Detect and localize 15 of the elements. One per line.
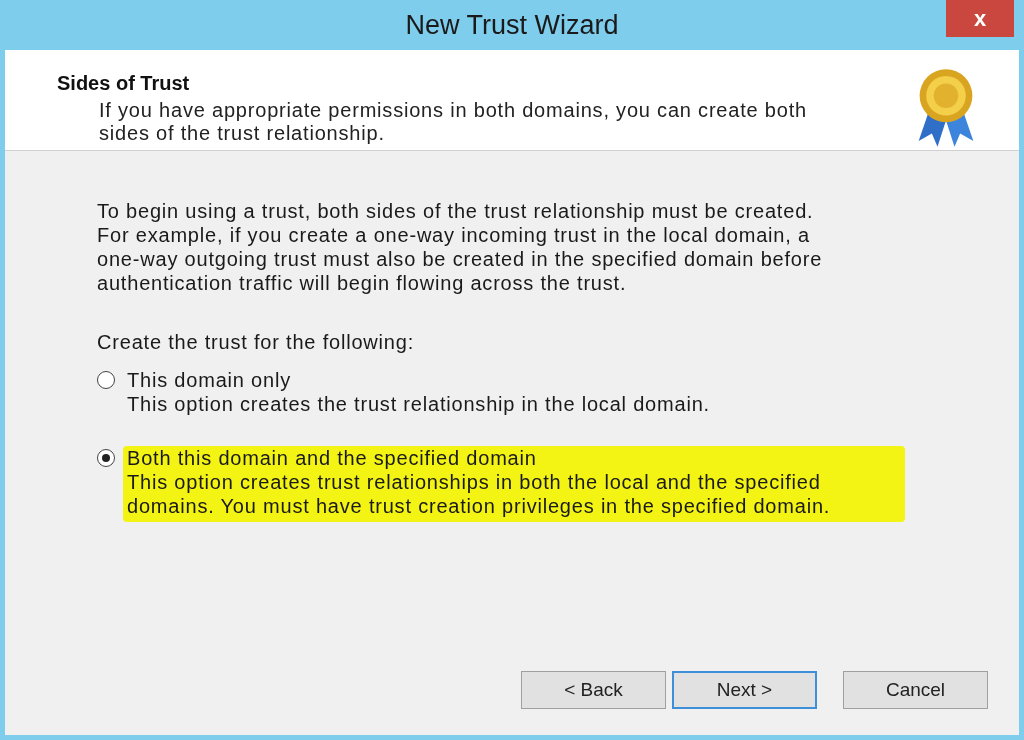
option-description: This option creates the trust relationship in the local domain.	[127, 392, 711, 416]
close-button[interactable]: x	[946, 0, 1014, 37]
radio-button[interactable]	[97, 371, 115, 389]
wizard-button[interactable]: Next >	[672, 671, 817, 709]
option-description: This option creates trust relationships in both the local and the specified domains. You must have trust creation privileges in the specified domain.	[127, 470, 832, 518]
page-title: Sides of Trust	[57, 72, 191, 95]
prompt-text: Create the trust for the following:	[97, 331, 416, 354]
page-description: If you have appropriate permissions in both domains, you can create both sides of the trust relationship.	[99, 99, 808, 145]
option-label[interactable]: This domain only	[127, 368, 897, 392]
wizard-button[interactable]: Cancel	[843, 671, 988, 709]
option-label[interactable]: Both this domain and the specified domain	[127, 446, 897, 470]
radio-button[interactable]	[97, 449, 115, 467]
intro-text: To begin using a trust, both sides of the trust relationship must be created. For example, if you create a one-way incoming trust in the local domain, a one-way outgoing trust must also be created in the specified domain before authentication traffic will begin flowing across the trust.	[97, 199, 824, 295]
window-title: New Trust Wizard	[405, 9, 619, 41]
wizard-button[interactable]: < Back	[521, 671, 666, 709]
